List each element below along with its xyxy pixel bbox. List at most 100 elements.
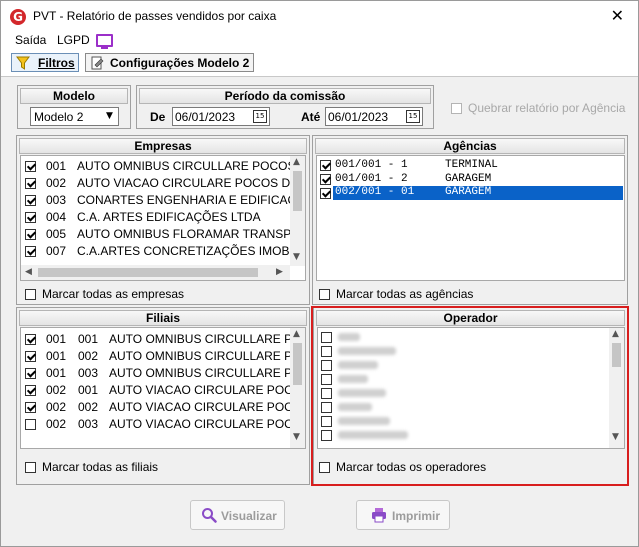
filiais-mark-all[interactable]: Marcar todas as filiais xyxy=(25,460,295,475)
filiais-list[interactable]: 001 001 AUTO OMNIBUS CIRCULLARE POC. 001… xyxy=(20,327,306,449)
empresas-horizontal-scrollbar[interactable]: ◀ ▶ xyxy=(21,265,290,280)
scroll-up-icon[interactable]: ▲ xyxy=(293,157,300,167)
empresa-code: 003 xyxy=(46,193,67,207)
modelo-header: Modelo xyxy=(20,88,128,104)
empresa-checkbox[interactable] xyxy=(25,212,36,223)
ate-date-field[interactable]: 06/01/2023 15 xyxy=(325,107,423,126)
empresas-list[interactable]: 001 AUTO OMNIBUS CIRCULLARE POCOS DE 002… xyxy=(20,155,306,281)
scroll-up-icon[interactable]: ▲ xyxy=(293,329,300,339)
scroll-left-icon[interactable]: ◀ xyxy=(25,267,32,277)
tab-configuracoes[interactable]: Configurações Modelo 2 xyxy=(85,53,254,72)
imprimir-label: Imprimir xyxy=(392,509,441,523)
de-date-field[interactable]: 06/01/2023 15 xyxy=(172,107,270,126)
list-item[interactable]: 001 AUTO OMNIBUS CIRCULLARE POCOS DE xyxy=(21,158,305,175)
agencias-mark-all-checkbox[interactable] xyxy=(319,289,330,300)
ate-label: Até xyxy=(301,110,321,124)
filial-code: 001 xyxy=(78,383,99,397)
empresas-mark-all-checkbox[interactable] xyxy=(25,289,36,300)
quebrar-agencia-option[interactable]: Quebrar relatório por Agência xyxy=(451,101,631,117)
filial-name: AUTO OMNIBUS CIRCULLARE POC. xyxy=(109,332,306,346)
list-item[interactable]: 001 002 AUTO OMNIBUS CIRCULLARE POC. xyxy=(21,348,305,365)
list-item[interactable]: 005 AUTO OMNIBUS FLORAMAR TRANSPOR. xyxy=(21,226,305,243)
agencia-checkbox[interactable] xyxy=(320,188,331,199)
filial-checkbox[interactable] xyxy=(25,385,36,396)
scroll-thumb[interactable] xyxy=(38,268,258,277)
empresa-checkbox[interactable] xyxy=(25,178,36,189)
filial-checkbox[interactable] xyxy=(25,402,36,413)
empresas-mark-all[interactable]: Marcar todas as empresas xyxy=(25,287,295,302)
empresa-name: CONARTES ENGENHARIA E EDIFICAÇÃO. xyxy=(77,193,306,207)
list-item[interactable]: 002 AUTO VIACAO CIRCULARE POCOS DE CA xyxy=(21,175,305,192)
list-item[interactable]: 002 001 AUTO VIACAO CIRCULARE POCOS xyxy=(21,382,305,399)
visualizar-button[interactable]: Visualizar xyxy=(190,500,285,530)
agencia-name: TERMINAL xyxy=(445,159,498,171)
title-bar: G PVT - Relatório de passes vendidos por… xyxy=(1,1,638,31)
filiais-vertical-scrollbar[interactable]: ▲ ▼ xyxy=(290,328,305,448)
tab-filtros[interactable]: Filtros xyxy=(11,53,79,72)
scroll-right-icon[interactable]: ▶ xyxy=(276,267,283,277)
ate-date-value: 06/01/2023 xyxy=(328,110,389,124)
empresa-code: 007 xyxy=(46,244,67,258)
scroll-down-icon[interactable]: ▼ xyxy=(293,252,300,262)
list-item[interactable]: 001 003 AUTO OMNIBUS CIRCULLARE POC. xyxy=(21,365,305,382)
empresa-checkbox[interactable] xyxy=(25,195,36,206)
agencia-name: GARAGEM xyxy=(445,173,492,185)
filial-checkbox[interactable] xyxy=(25,368,36,379)
modelo-select[interactable]: Modelo 2 ▼ xyxy=(30,107,119,126)
quebrar-agencia-label: Quebrar relatório por Agência xyxy=(468,101,626,115)
filial-empresa: 002 xyxy=(46,417,67,431)
list-item[interactable]: 002 003 AUTO VIACAO CIRCULARE POCOS xyxy=(21,416,305,433)
app-logo-icon: G xyxy=(10,9,26,25)
agencias-list[interactable]: 001/001 - 1 TERMINAL 001/001 - 2 GARAGEM… xyxy=(316,155,625,281)
tab-filtros-label: Filtros xyxy=(38,56,75,70)
filial-name: AUTO OMNIBUS CIRCULLARE POC. xyxy=(109,366,306,380)
agencias-mark-all[interactable]: Marcar todas as agências xyxy=(319,287,609,302)
empresa-name: C.A. ARTES EDIFICAÇÕES LTDA xyxy=(77,210,261,224)
list-item[interactable]: 003 CONARTES ENGENHARIA E EDIFICAÇÃO. xyxy=(21,192,305,209)
agencia-checkbox[interactable] xyxy=(320,174,331,185)
scroll-down-icon[interactable]: ▼ xyxy=(293,432,300,442)
empresa-checkbox[interactable] xyxy=(25,246,36,257)
scroll-thumb[interactable] xyxy=(293,171,302,211)
menu-bar: Saída LGPD xyxy=(1,31,638,50)
filiais-panel: Filiais 001 001 AUTO OMNIBUS CIRCULLARE … xyxy=(16,307,310,485)
empresas-panel: Empresas 001 AUTO OMNIBUS CIRCULLARE POC… xyxy=(16,135,310,305)
scroll-thumb[interactable] xyxy=(293,343,302,385)
filial-empresa: 001 xyxy=(46,332,67,346)
menu-item-lgpd[interactable]: LGPD xyxy=(57,33,90,47)
calendar-icon[interactable]: 15 xyxy=(253,110,267,123)
menu-item-saida[interactable]: Saída xyxy=(15,33,46,47)
list-item[interactable]: 002 002 AUTO VIACAO CIRCULARE POCOS xyxy=(21,399,305,416)
list-item[interactable]: 004 C.A. ARTES EDIFICAÇÕES LTDA xyxy=(21,209,305,226)
list-item[interactable]: 007 C.A.ARTES CONCRETIZAÇÕES IMOBILIAF xyxy=(21,243,305,260)
agencia-checkbox[interactable] xyxy=(320,160,331,171)
filial-checkbox[interactable] xyxy=(25,419,36,430)
filial-empresa: 001 xyxy=(46,349,67,363)
filial-code: 001 xyxy=(78,332,99,346)
monitor-icon[interactable] xyxy=(96,34,113,49)
list-item[interactable]: 001 001 AUTO OMNIBUS CIRCULLARE POC. xyxy=(21,331,305,348)
filial-empresa: 002 xyxy=(46,383,67,397)
chevron-down-icon[interactable]: ▼ xyxy=(102,109,117,124)
imprimir-button[interactable]: Imprimir xyxy=(356,500,450,530)
empresa-code: 001 xyxy=(46,159,67,173)
operador-highlight-frame xyxy=(311,306,629,486)
empresa-name: C.A.ARTES CONCRETIZAÇÕES IMOBILIAF xyxy=(77,244,306,258)
list-item[interactable]: 002/001 - 01 GARAGEM xyxy=(317,186,624,200)
calendar-icon[interactable]: 15 xyxy=(406,110,420,123)
agencia-code: 001/001 - 1 xyxy=(335,159,408,171)
close-icon[interactable]: ✕ xyxy=(611,6,624,25)
de-label: De xyxy=(150,110,166,124)
agencia-name: GARAGEM xyxy=(445,186,492,198)
empresas-vertical-scrollbar[interactable]: ▲ ▼ xyxy=(290,156,305,266)
agencias-mark-all-label: Marcar todas as agências xyxy=(336,287,474,301)
filiais-mark-all-checkbox[interactable] xyxy=(25,462,36,473)
report-window: G PVT - Relatório de passes vendidos por… xyxy=(0,0,639,547)
modelo-select-value: Modelo 2 xyxy=(34,110,84,124)
filial-code: 003 xyxy=(78,417,99,431)
filial-checkbox[interactable] xyxy=(25,351,36,362)
empresa-checkbox[interactable] xyxy=(25,161,36,172)
empresa-checkbox[interactable] xyxy=(25,229,36,240)
quebrar-agencia-checkbox[interactable] xyxy=(451,103,462,114)
filial-checkbox[interactable] xyxy=(25,334,36,345)
